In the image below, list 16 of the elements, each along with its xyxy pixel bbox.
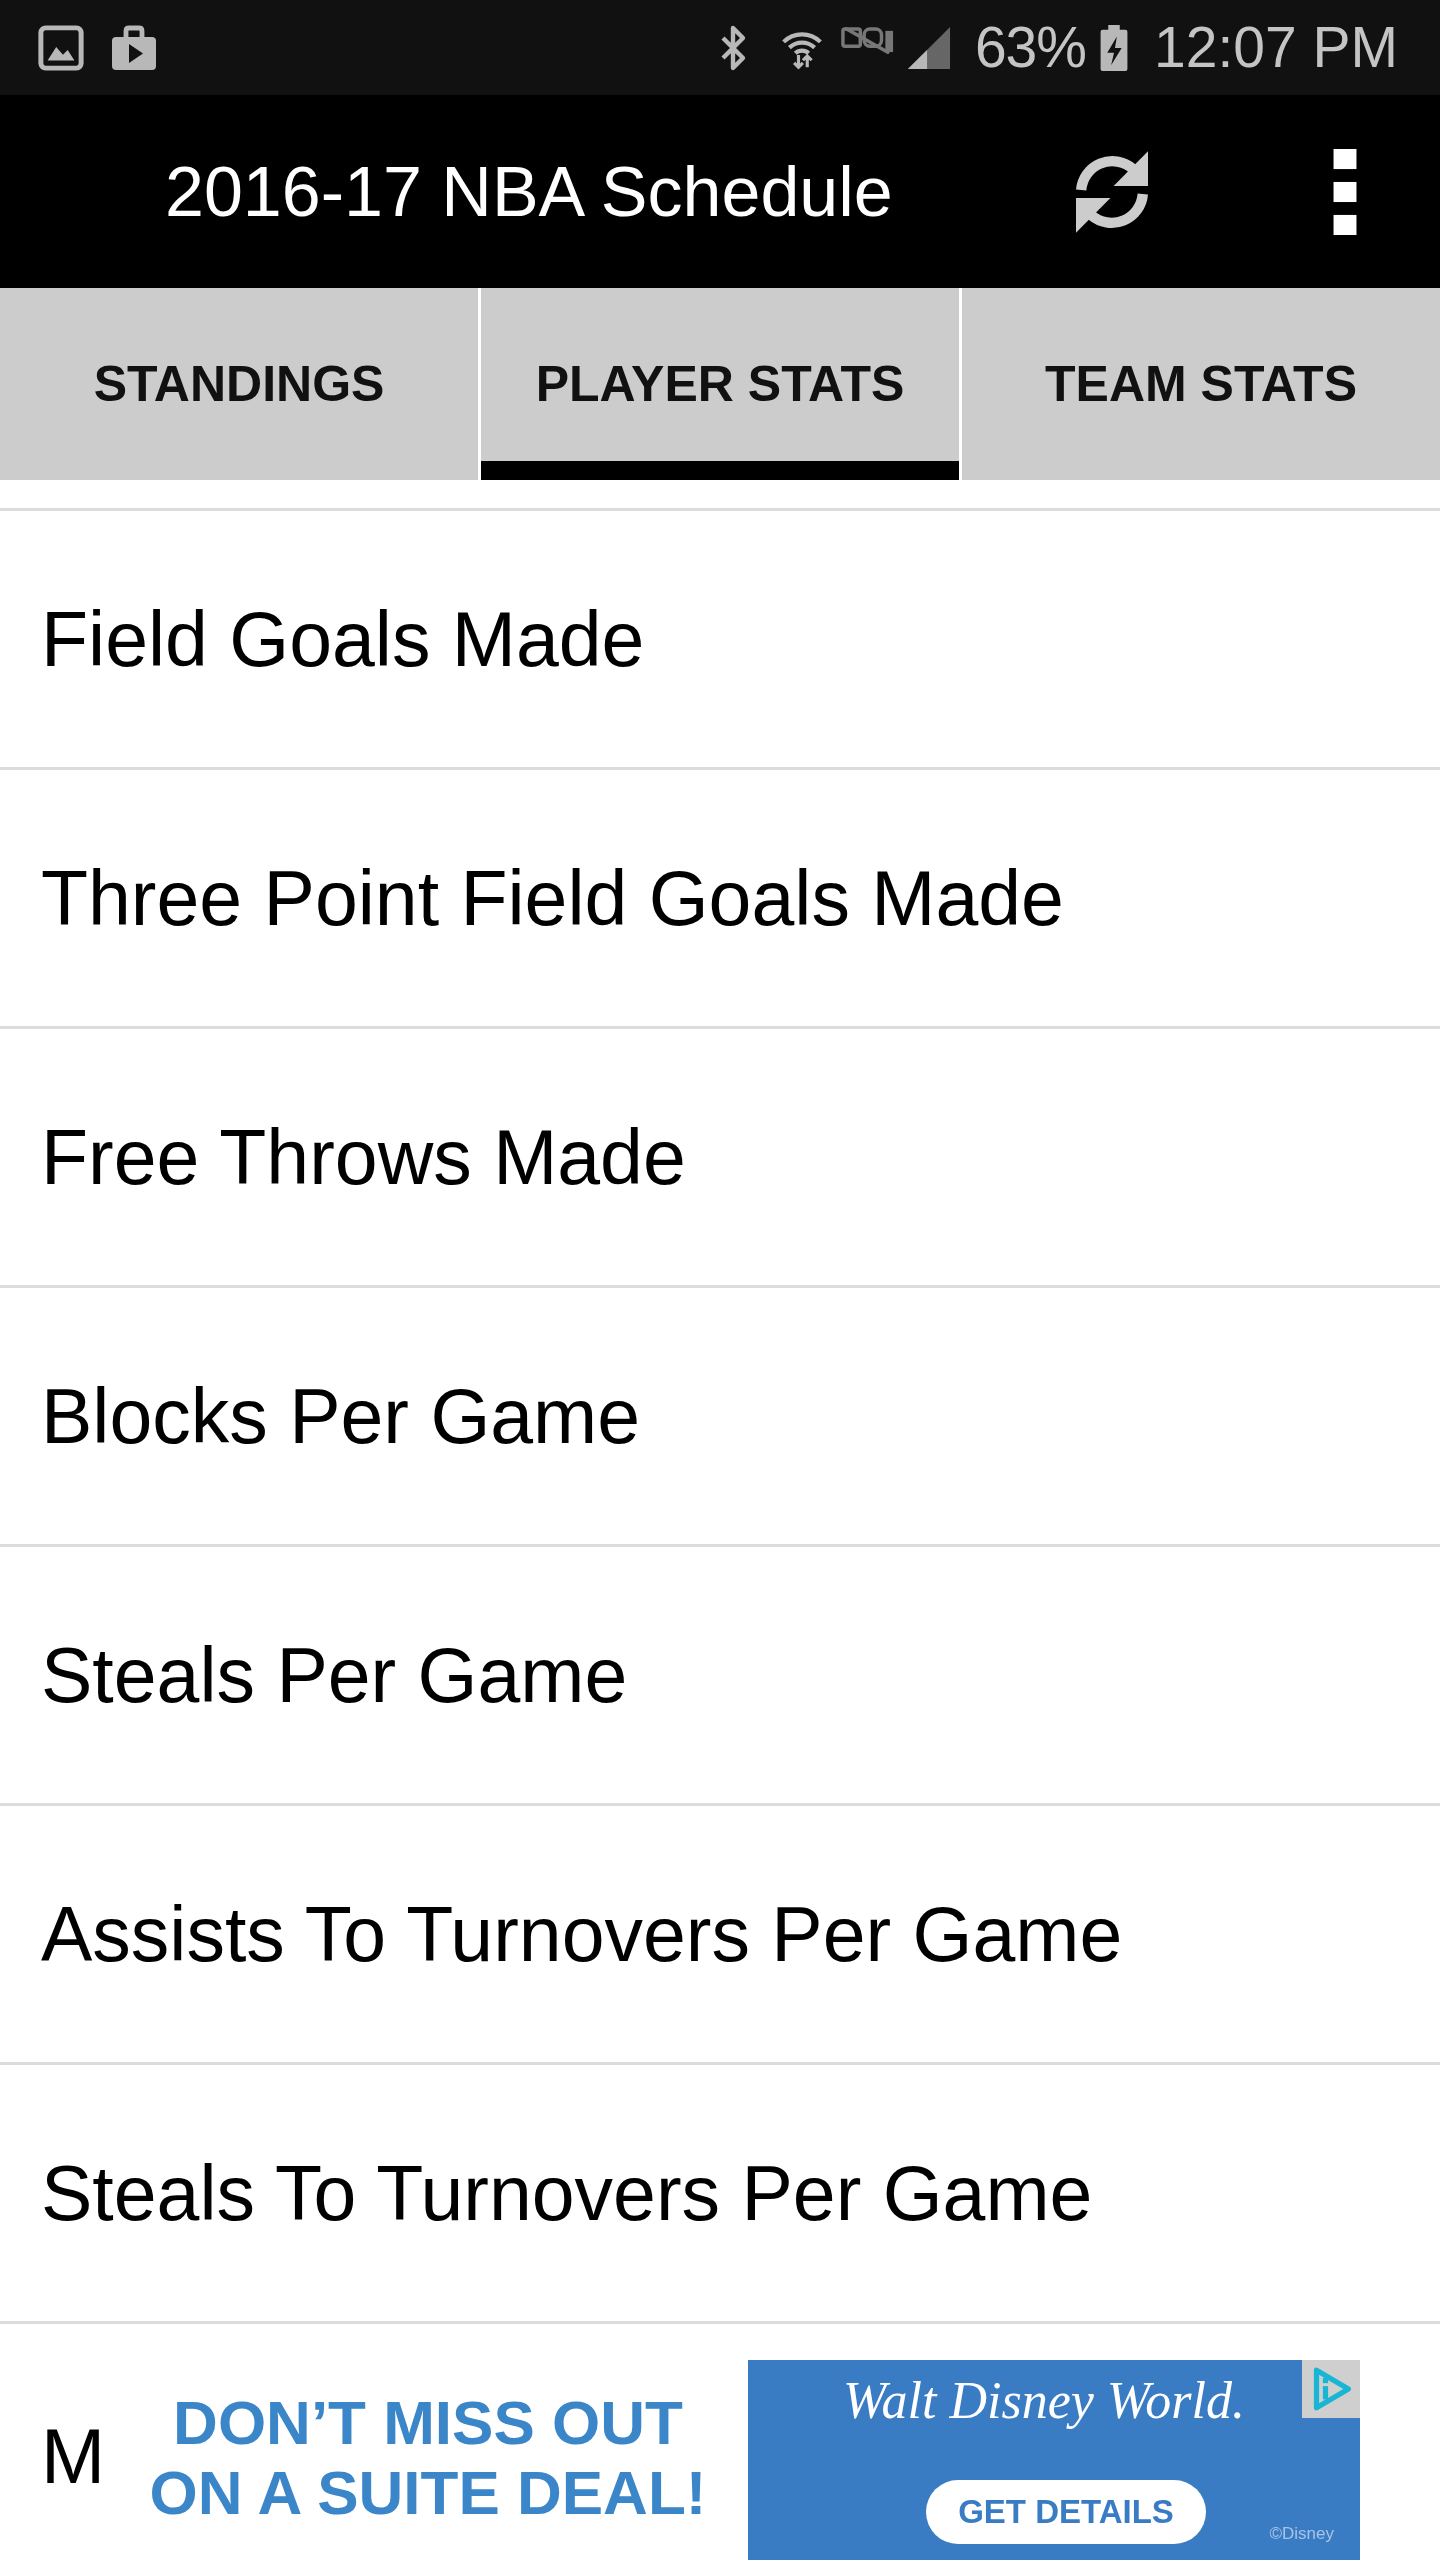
shopping-bag-icon bbox=[110, 23, 158, 72]
ad-headline: DON’T MISS OUT ON A SUITE DEAL! bbox=[148, 2388, 708, 2528]
get-details-button[interactable]: GET DETAILS bbox=[926, 2480, 1206, 2544]
image-icon bbox=[38, 24, 84, 71]
bluetooth-icon bbox=[718, 23, 747, 72]
menu-icon bbox=[1333, 148, 1357, 235]
tab[interactable]: PLAYER STATS bbox=[481, 288, 959, 480]
battery-charging-icon bbox=[1100, 24, 1128, 71]
copyright-text: ©Disney bbox=[1269, 2525, 1334, 2542]
tab[interactable]: TEAM STATS bbox=[962, 288, 1440, 480]
clock-time: 12:07 PM bbox=[1154, 19, 1398, 76]
brand-logo-text: Walt Disney World. bbox=[842, 2372, 1246, 2430]
app-title: 2016-17 NBA Schedule bbox=[165, 156, 893, 227]
tab[interactable]: STANDINGS bbox=[0, 288, 478, 480]
battery-percent: 63% bbox=[974, 19, 1086, 76]
mobile-data-off-icon bbox=[840, 27, 895, 54]
